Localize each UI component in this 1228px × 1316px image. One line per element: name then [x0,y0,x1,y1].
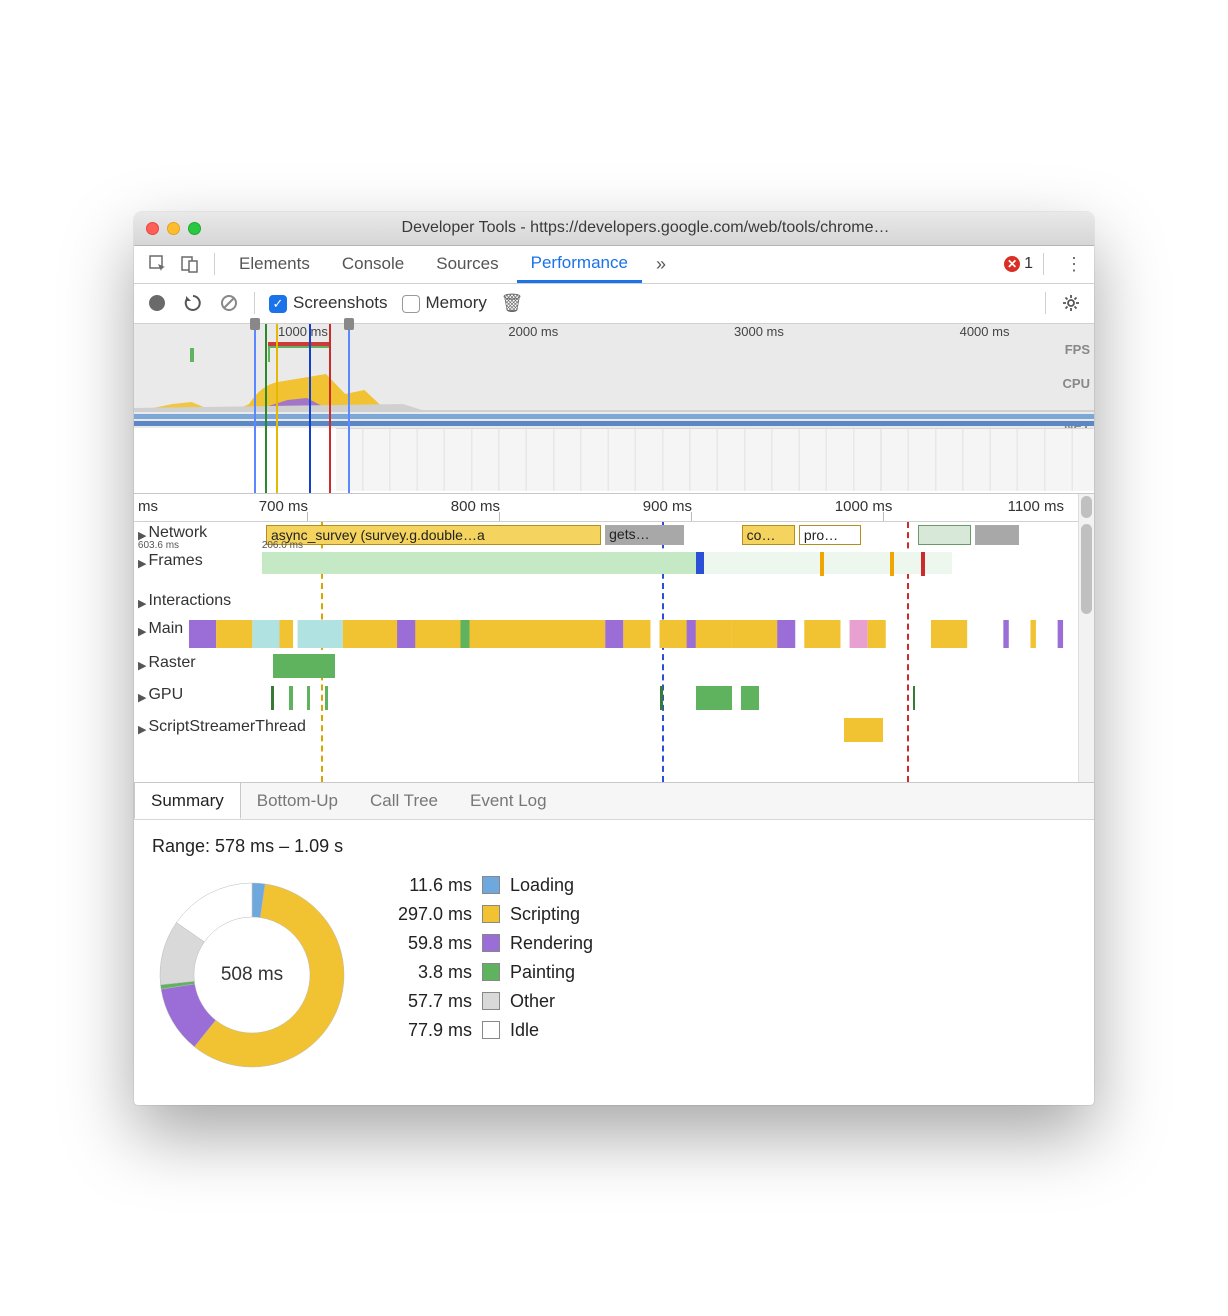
memory-option[interactable]: Memory [402,293,487,313]
btab-calltree[interactable]: Call Tree [354,783,454,819]
inspect-element-icon[interactable] [144,250,172,278]
swatch-idle [482,1021,500,1039]
donut-center-label: 508 ms [152,875,352,1075]
marker-green [265,324,267,493]
traffic-lights [146,222,201,235]
net-bar-green[interactable] [918,525,971,545]
tab-console[interactable]: Console [328,246,418,283]
flame-chart[interactable]: ▶Network async_survey (survey.g.double…a… [134,522,1094,782]
performance-toolbar: ✓Screenshots Memory 🗑 [134,284,1094,324]
net-bar-gray[interactable] [975,525,1019,545]
collect-garbage-icon[interactable]: 🗑 [501,292,523,314]
summary-panel: Range: 578 ms – 1.09 s 508 ms 11.6 msLoa… [134,820,1094,1105]
marker-yellow [276,324,278,493]
btab-bottomup[interactable]: Bottom-Up [241,783,354,819]
tab-elements[interactable]: Elements [225,246,324,283]
net-bar-pro[interactable]: pro… [799,525,861,545]
memory-checkbox[interactable] [402,295,420,313]
titlebar: Developer Tools - https://developers.goo… [134,212,1094,246]
overview-pane[interactable]: 1000 ms 2000 ms 3000 ms 4000 ms FPS CPU … [134,324,1094,494]
devtools-menu-icon[interactable]: ⋮ [1064,254,1084,275]
net-bar-async-survey[interactable]: async_survey (survey.g.double…a [266,525,601,545]
track-frames[interactable]: ▶Frames 603.6 ms 206.0 ms [134,550,1094,590]
device-toolbar-icon[interactable] [176,250,204,278]
legend-row-painting: 3.8 msPainting [382,962,593,983]
window-title: Developer Tools - https://developers.goo… [209,219,1082,237]
net-bar-gets[interactable]: gets… [605,525,684,545]
swatch-loading [482,876,500,894]
overview-selection[interactable] [254,324,350,493]
zoom-window-button[interactable] [188,222,201,235]
swatch-other [482,992,500,1010]
marker-blue [309,324,311,493]
btab-eventlog[interactable]: Event Log [454,783,563,819]
reload-record-button[interactable] [182,292,204,314]
summary-range: Range: 578 ms – 1.09 s [152,836,1076,857]
capture-settings-icon[interactable] [1060,292,1082,314]
timeline-ruler[interactable]: ms 700 ms 800 ms 900 ms 1000 ms 1100 ms [134,494,1094,522]
timeline-h-scrollbar[interactable] [1078,494,1094,522]
track-scriptstreamer[interactable]: ▶ScriptStreamerThread [134,716,1094,750]
error-icon: ✕ [1004,256,1020,272]
error-count: 1 [1024,255,1033,273]
screenshots-checkbox[interactable]: ✓ [269,295,287,313]
screenshots-option[interactable]: ✓Screenshots [269,293,388,313]
btab-summary[interactable]: Summary [134,783,241,819]
record-button[interactable] [146,292,168,314]
details-tabs: Summary Bottom-Up Call Tree Event Log [134,782,1094,820]
panel-tabstrip: Elements Console Sources Performance » ✕… [134,246,1094,284]
divider [1043,253,1044,275]
summary-legend: 11.6 msLoading 297.0 msScripting 59.8 msRe… [382,875,593,1049]
timeline-v-scrollbar[interactable] [1078,522,1094,782]
swatch-painting [482,963,500,981]
legend-row-scripting: 297.0 msScripting [382,904,593,925]
swatch-scripting [482,905,500,923]
track-interactions[interactable]: ▶Interactions [134,590,1094,618]
track-raster[interactable]: ▶Raster [134,652,1094,684]
swatch-rendering [482,934,500,952]
error-indicator[interactable]: ✕ 1 [1004,255,1033,273]
legend-row-idle: 77.9 msIdle [382,1020,593,1041]
close-window-button[interactable] [146,222,159,235]
track-gpu[interactable]: ▶GPU [134,684,1094,716]
divider [214,253,215,275]
minimize-window-button[interactable] [167,222,180,235]
tab-sources[interactable]: Sources [422,246,512,283]
track-main[interactable]: ▶Main [134,618,1094,652]
marker-red [329,324,331,493]
more-tabs-icon[interactable]: » [646,254,676,275]
net-bar-co[interactable]: co… [742,525,795,545]
clear-button[interactable] [218,292,240,314]
frame-bar[interactable] [262,552,696,574]
selection-handle-right[interactable] [344,318,354,330]
legend-row-loading: 11.6 msLoading [382,875,593,896]
summary-donut-chart: 508 ms [152,875,352,1075]
tab-performance[interactable]: Performance [517,246,642,283]
legend-row-rendering: 59.8 msRendering [382,933,593,954]
selection-handle-left[interactable] [250,318,260,330]
devtools-window: Developer Tools - https://developers.goo… [134,212,1094,1105]
legend-row-other: 57.7 msOther [382,991,593,1012]
